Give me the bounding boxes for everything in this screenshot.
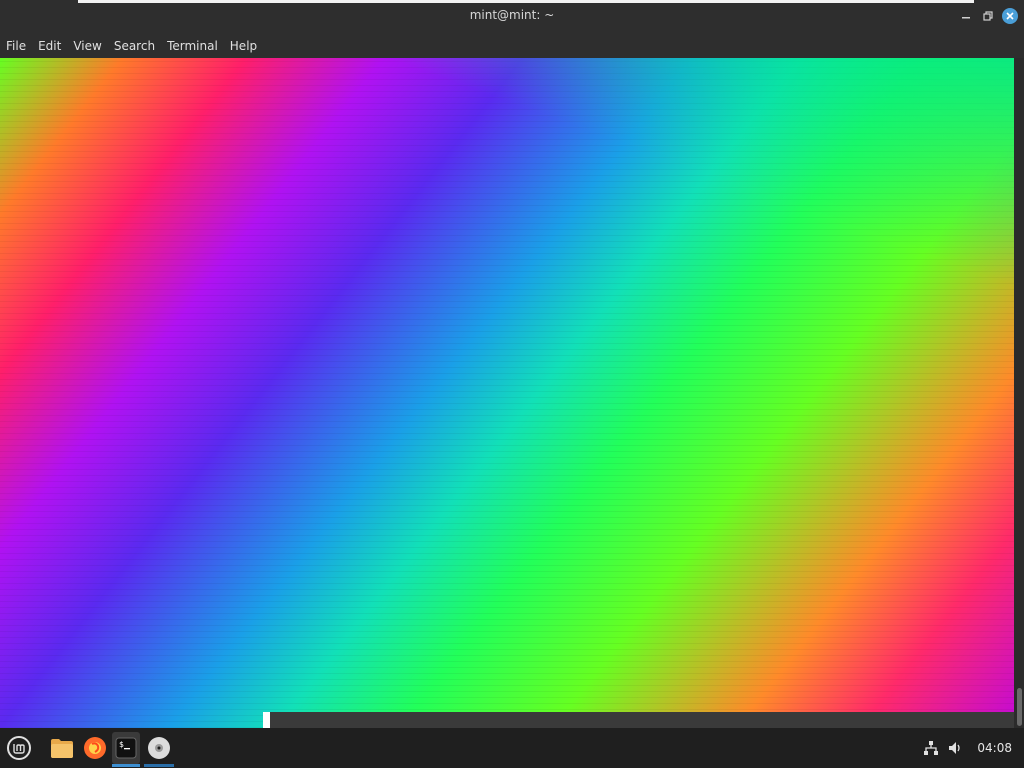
- window-title: mint@mint: ~: [469, 8, 555, 22]
- firefox-launcher[interactable]: [80, 732, 110, 764]
- files-launcher[interactable]: [46, 732, 78, 764]
- taskbar: $ 04:08: [0, 728, 1024, 768]
- menu-edit[interactable]: Edit: [32, 35, 67, 57]
- restore-icon: [983, 11, 993, 21]
- menu-button[interactable]: [2, 732, 36, 764]
- folder-icon: [51, 739, 73, 758]
- window-titlebar[interactable]: mint@mint: ~: [0, 0, 1024, 33]
- menubar: File Edit View Search Terminal Help: [0, 33, 1024, 58]
- disc-icon: [148, 737, 170, 759]
- menu-terminal[interactable]: Terminal: [161, 35, 224, 57]
- clock[interactable]: 04:08: [977, 741, 1012, 755]
- terminal-gradient-overlay: [0, 58, 1014, 728]
- terminal-prompt-line: [268, 712, 1014, 728]
- close-button[interactable]: [1001, 7, 1019, 25]
- firefox-icon: [84, 737, 106, 759]
- terminal-cursor: [263, 712, 270, 728]
- disc-window-indicator: [144, 764, 174, 767]
- menu-file[interactable]: File: [0, 35, 32, 57]
- scrollbar-thumb[interactable]: [1017, 688, 1022, 726]
- volume-icon[interactable]: [947, 740, 963, 756]
- menu-help[interactable]: Help: [224, 35, 263, 57]
- maximize-button[interactable]: [979, 7, 997, 25]
- menu-view[interactable]: View: [67, 35, 107, 57]
- terminal-active-indicator: [112, 764, 140, 767]
- minimize-icon: [962, 17, 970, 19]
- minimize-button[interactable]: [957, 7, 975, 25]
- terminal-output[interactable]: [0, 58, 1014, 728]
- svg-text:$: $: [119, 740, 124, 749]
- menu-search[interactable]: Search: [108, 35, 161, 57]
- titlebar-highlight: [78, 0, 974, 3]
- close-icon: [1002, 8, 1018, 24]
- terminal-scrollbar[interactable]: [1014, 58, 1024, 728]
- network-icon[interactable]: [923, 740, 939, 756]
- linux-mint-icon: [7, 736, 31, 760]
- system-tray: 04:08: [923, 728, 1012, 768]
- terminal-icon: $: [115, 737, 137, 759]
- disc-launcher[interactable]: [144, 732, 174, 764]
- terminal-launcher[interactable]: $: [112, 732, 140, 764]
